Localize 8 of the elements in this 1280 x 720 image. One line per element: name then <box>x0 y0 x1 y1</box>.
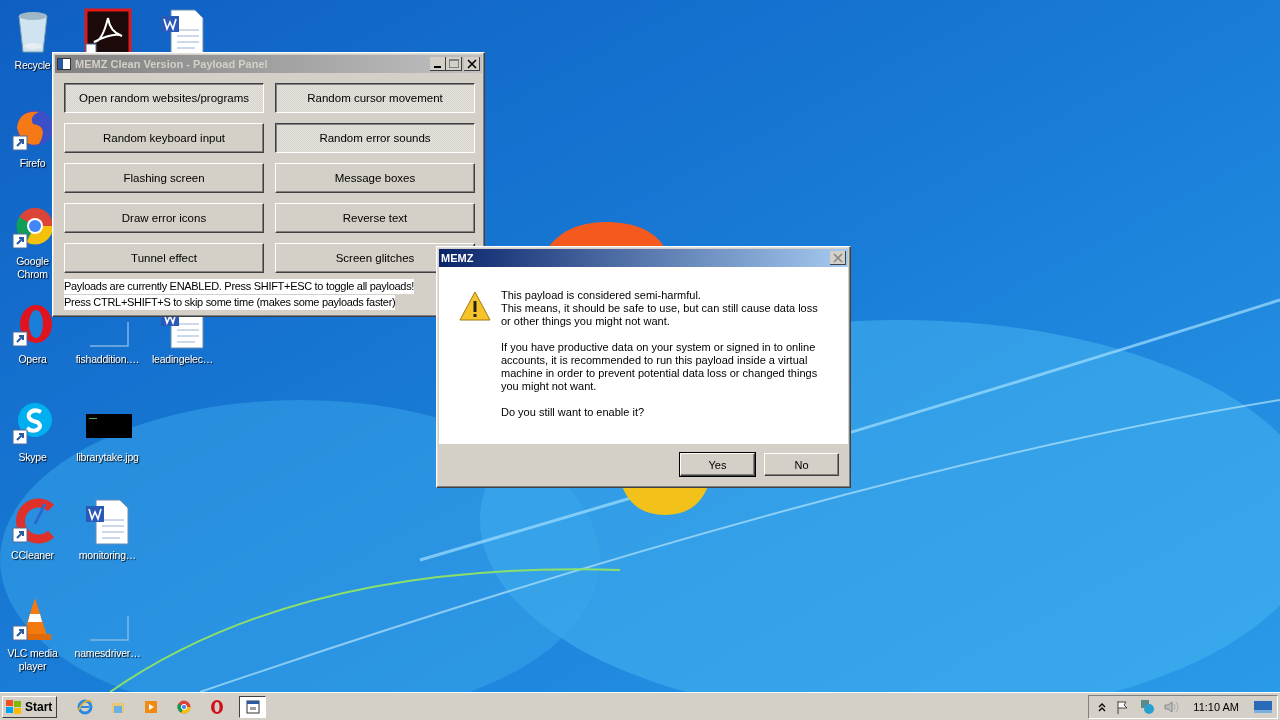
message-text: Do you still want to enable it? <box>501 406 646 419</box>
window-title: MEMZ Clean Version - Payload Panel <box>75 58 268 70</box>
status-text: Payloads are currently ENABLED. Press SHIFT+ESC to toggle all payloads! <box>64 279 415 294</box>
clock: 11:10 AM <box>1193 700 1239 713</box>
dialog-title: MEMZ <box>441 252 474 264</box>
status-text: Press CTRL+SHIFT+S to skip some time (makes some payloads faster) <box>64 295 396 310</box>
message-text: This payload is considered semi-harmful. This means, it should be safe to use, but can still cause data loss or other things you might not want. <box>501 289 818 328</box>
message-text: If you have productive data on your system or signed in to online accounts, it is recommended to run this payload inside a virtual machine in order to prevent potential data loss or changed things you might not want. <box>501 341 818 393</box>
